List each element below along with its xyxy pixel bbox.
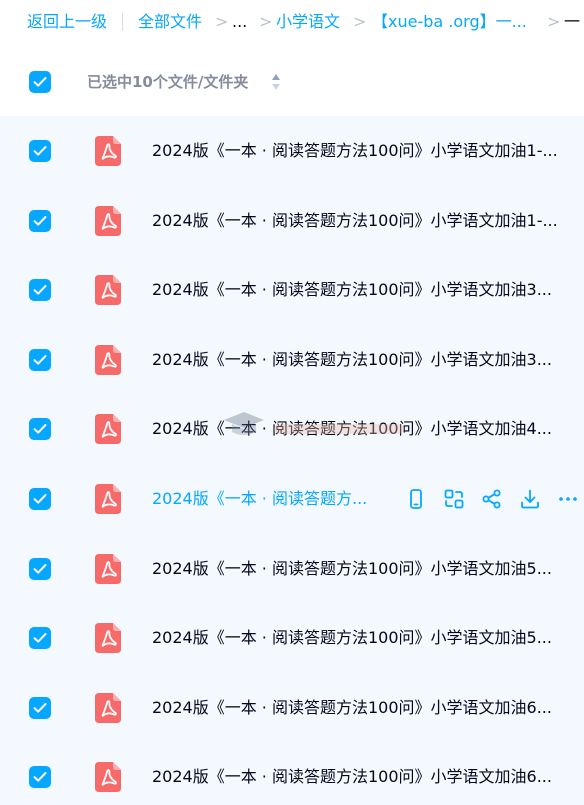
selected-count-label: 已选中10个文件/文件夹 [87,73,249,91]
file-checkbox[interactable] [29,627,51,649]
file-row[interactable]: 2024版《一本 · 阅读答题方法100问》小学语文加油3... [0,255,584,325]
file-name[interactable]: 2024版《一本 · 阅读答题方法100问》小学语文加油6... [152,698,562,718]
check-icon [33,633,47,643]
send-to-phone-button[interactable] [404,487,428,511]
pdf-file-icon [95,484,121,514]
list-header: 已选中10个文件/文件夹 [0,48,584,116]
file-name[interactable]: 2024版《一本 · 阅读答题方法100问》小学语文加油6... [152,767,562,787]
phone-icon [404,489,428,515]
check-icon [33,355,47,365]
pdf-file-icon [95,345,121,375]
file-list: 2024版《一本 · 阅读答题方法100问》小学语文加油1-... 2024版《一… [0,116,584,805]
file-checkbox[interactable] [29,697,51,719]
file-row[interactable]: 2024版《一本 · 阅读答题方... [0,464,584,534]
more-icon [556,496,580,515]
select-all-checkbox[interactable] [29,71,51,93]
breadcrumb: 返回上一级 全部文件 > ... > 小学语文 > 【xue-ba .org】一… [0,0,584,44]
file-name[interactable]: 2024版《一本 · 阅读答题方法100问》小学语文加油5... [152,628,562,648]
share-icon [480,489,504,515]
file-checkbox[interactable] [29,140,51,162]
pdf-file-icon [95,136,121,166]
file-checkbox[interactable] [29,279,51,301]
download-button[interactable] [518,487,542,511]
pdf-file-icon [95,554,121,584]
file-name[interactable]: 2024版《一本 · 阅读答题方法100问》小学语文加油1-... [152,211,562,231]
file-row[interactable]: 2024版《一本 · 阅读答题方法100问》小学语文加油5... [0,603,584,673]
file-row[interactable]: 2024版《一本 · 阅读答题方法100问》小学语文加油5... [0,534,584,604]
check-icon [33,146,47,156]
pdf-file-icon [95,762,121,792]
pdf-file-icon [95,206,121,236]
file-row[interactable]: 2024版《一本 · 阅读答题方法100问》小学语文加油4... [0,394,584,464]
breadcrumb-current-folder: 一 [564,12,581,31]
file-row[interactable]: 2024版《一本 · 阅读答题方法100问》小学语文加油1-... [0,186,584,256]
breadcrumb-separator: > [215,12,229,31]
file-checkbox[interactable] [29,210,51,232]
more-button[interactable] [556,487,580,511]
file-checkbox[interactable] [29,558,51,580]
check-icon [33,564,47,574]
breadcrumb-separator: > [259,12,273,31]
row-actions [404,487,584,511]
pdf-file-icon [95,693,121,723]
file-name[interactable]: 2024版《一本 · 阅读答题方法100问》小学语文加油1-... [152,141,562,161]
breadcrumb-separator: > [547,12,561,31]
file-checkbox[interactable] [29,349,51,371]
share-button[interactable] [480,487,504,511]
breadcrumb-folder-xueba[interactable]: 【xue-ba .org】一... [372,12,527,32]
pdf-file-icon [95,275,121,305]
pdf-file-icon [95,414,121,444]
check-icon [33,285,47,295]
check-icon [33,424,47,434]
file-name[interactable]: 2024版《一本 · 阅读答题方法100问》小学语文加油3... [152,350,562,370]
file-checkbox[interactable] [29,766,51,788]
breadcrumb-folder-xiaoxue[interactable]: 小学语文 [276,12,340,32]
check-icon [33,216,47,226]
transfer-icon [442,489,466,515]
check-icon [33,772,47,782]
check-icon [33,77,47,87]
file-checkbox[interactable] [29,488,51,510]
check-icon [33,703,47,713]
move-button[interactable] [442,487,466,511]
file-row[interactable]: 2024版《一本 · 阅读答题方法100问》小学语文加油3... [0,325,584,395]
breadcrumb-all-files[interactable]: 全部文件 [138,12,202,32]
file-row[interactable]: 2024版《一本 · 阅读答题方法100问》小学语文加油6... [0,673,584,743]
file-name[interactable]: 2024版《一本 · 阅读答题方法100问》小学语文加油3... [152,280,562,300]
file-name[interactable]: 2024版《一本 · 阅读答题方法100问》小学语文加油5... [152,559,562,579]
sort-icon[interactable] [270,72,282,92]
file-row[interactable]: 2024版《一本 · 阅读答题方法100问》小学语文加油6... [0,742,584,805]
back-link[interactable]: 返回上一级 [27,12,107,32]
breadcrumb-separator: > [353,12,367,31]
pdf-file-icon [95,623,121,653]
file-name[interactable]: 2024版《一本 · 阅读答题方... [152,489,370,509]
breadcrumb-divider [122,13,123,31]
file-row[interactable]: 2024版《一本 · 阅读答题方法100问》小学语文加油1-... [0,116,584,186]
check-icon [33,494,47,504]
file-manager-page: 返回上一级 全部文件 > ... > 小学语文 > 【xue-ba .org】一… [0,0,584,805]
breadcrumb-ellipsis[interactable]: ... [232,12,247,32]
file-checkbox[interactable] [29,418,51,440]
file-name[interactable]: 2024版《一本 · 阅读答题方法100问》小学语文加油4... [152,419,562,439]
download-icon [518,489,542,515]
